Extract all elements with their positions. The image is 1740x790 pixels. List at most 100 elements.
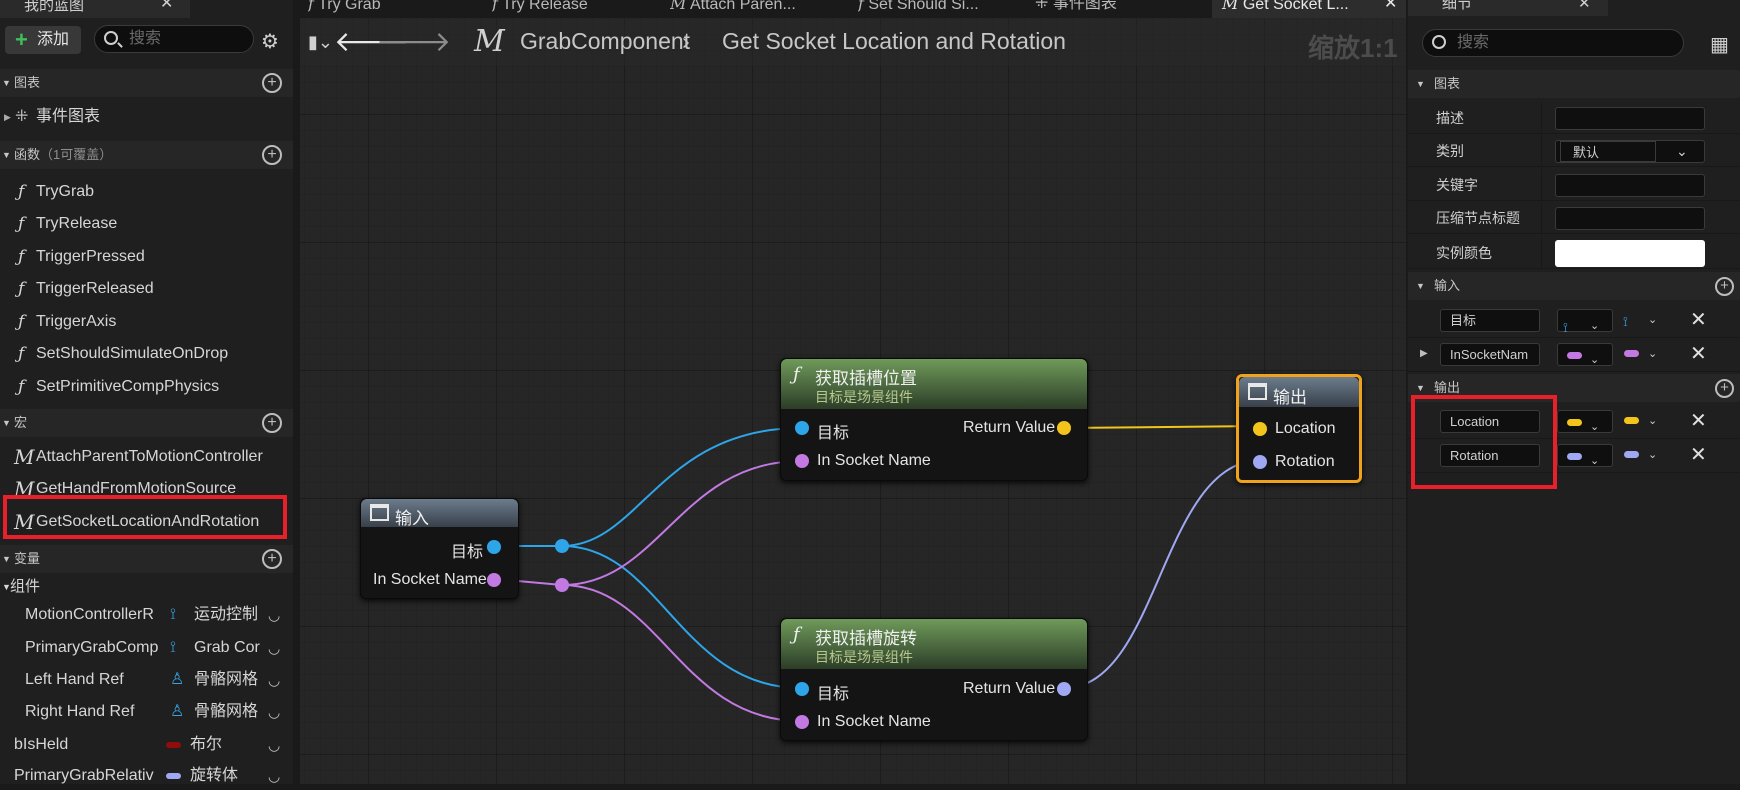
type-select[interactable]: ⌄ <box>1557 444 1613 467</box>
category-combo[interactable]: 默认 ⌄ <box>1555 140 1705 163</box>
item-label: AttachParentToMotionController <box>36 448 263 465</box>
function-item[interactable]: ƒ SetPrimitiveCompPhysics <box>0 373 293 401</box>
function-item[interactable]: ƒ TryRelease <box>0 210 293 238</box>
macro-item[interactable]: M AttachParentToMotionController <box>0 443 293 471</box>
blueprint-graph[interactable]: ƒ Try Grab ƒ Try Release M Attach Paren.… <box>300 0 1406 784</box>
section-graph[interactable]: ▼ 图表 <box>1408 70 1740 98</box>
pin-label: Return Value <box>963 419 1056 436</box>
type-select[interactable]: ⌄ <box>1557 410 1613 433</box>
add-icon[interactable]: + <box>262 145 282 165</box>
var-type: 运动控制 <box>194 606 259 623</box>
function-entry-icon <box>370 504 389 521</box>
function-icon: ƒ <box>18 214 25 234</box>
type-select[interactable]: ⟟ ⌄ <box>1557 309 1613 335</box>
output-node-selected[interactable]: 输出 Location Rotation <box>1236 374 1362 483</box>
add-button[interactable]: + 添加 <box>5 26 81 54</box>
reroute-knot[interactable] <box>555 578 569 592</box>
component-item[interactable]: PrimaryGrabComp ⟟ Grab Cor ◡ <box>0 634 293 662</box>
input-name-field[interactable]: InSocketNam <box>1440 343 1540 366</box>
return-value-pin[interactable] <box>1057 421 1071 435</box>
item-label: SetPrimitiveCompPhysics <box>36 378 220 395</box>
target-output-pin[interactable] <box>487 540 501 554</box>
search-icon <box>104 31 118 45</box>
close-icon[interactable]: ✕ <box>1578 0 1591 11</box>
delete-icon[interactable]: ✕ <box>1690 304 1707 336</box>
description-input[interactable] <box>1555 107 1705 130</box>
reroute-knot[interactable] <box>555 539 569 553</box>
instance-color-swatch[interactable] <box>1555 240 1705 267</box>
rotation-input-pin[interactable] <box>1253 455 1267 469</box>
socket-name-input-pin[interactable] <box>795 715 809 729</box>
function-item[interactable]: ƒ SetShouldSimulateOnDrop <box>0 340 293 368</box>
component-item[interactable]: MotionControllerR ⟟ 运动控制 ◡ <box>0 601 293 629</box>
return-value-pin[interactable] <box>1057 682 1071 696</box>
container-type-select[interactable]: ⌄ <box>1648 439 1657 471</box>
components-category[interactable]: ▼ 组件 <box>0 573 293 601</box>
item-label: TryRelease <box>36 215 118 232</box>
details-tab[interactable]: 细节 ✕ <box>1408 0 1608 16</box>
section-functions[interactable]: ▼ 函数（1可覆盖） + <box>0 141 293 169</box>
get-socket-rotation-node[interactable]: ƒ 获取插槽旋转 目标是场景组件 目标 In Socket Name Retur… <box>780 618 1088 741</box>
eye-closed-icon[interactable]: ◡ <box>268 731 280 759</box>
compact-title-input[interactable] <box>1555 207 1705 230</box>
details-search-input[interactable]: 搜索 <box>1422 29 1684 57</box>
eye-closed-icon[interactable]: ◡ <box>268 666 280 694</box>
target-input-pin[interactable] <box>795 421 809 435</box>
gear-icon[interactable]: ⚙ <box>261 29 279 54</box>
my-blueprint-tab[interactable]: 我的蓝图 ✕ <box>0 0 190 18</box>
eye-closed-icon[interactable]: ◡ <box>268 762 280 790</box>
function-item[interactable]: ƒ TriggerReleased <box>0 275 293 303</box>
add-icon[interactable]: + <box>262 549 282 569</box>
variable-item[interactable]: PrimaryGrabRelativ 旋转体 ◡ <box>0 762 293 790</box>
eye-closed-icon[interactable]: ◡ <box>268 698 280 726</box>
event-graph-item[interactable]: ▶ ⁜ 事件图表 <box>0 103 293 131</box>
socket-name-output-pin[interactable] <box>487 573 501 587</box>
rotator-type-pill <box>166 773 181 779</box>
socket-name-input-pin[interactable] <box>795 454 809 468</box>
search-input[interactable]: 搜索 <box>94 25 254 53</box>
item-label: TriggerAxis <box>36 313 117 330</box>
pin-label: In Socket Name <box>817 713 931 730</box>
keywords-input[interactable] <box>1555 174 1705 197</box>
function-item[interactable]: ƒ TriggerAxis <box>0 308 293 336</box>
delete-icon[interactable]: ✕ <box>1690 405 1707 437</box>
property-label: 关键字 <box>1436 177 1478 193</box>
add-icon[interactable]: + <box>262 73 282 93</box>
component-item[interactable]: Left Hand Ref ♙ 骨骼网格 ◡ <box>0 666 293 694</box>
function-item[interactable]: ƒ TryGrab <box>0 178 293 206</box>
container-type-select[interactable]: ⌄ <box>1648 405 1657 437</box>
eye-closed-icon[interactable]: ◡ <box>268 601 280 629</box>
container-type-select[interactable]: ⌄ <box>1648 304 1657 336</box>
pin-label: Rotation <box>1275 453 1335 470</box>
component-item[interactable]: Right Hand Ref ♙ 骨骼网格 ◡ <box>0 698 293 726</box>
add-icon[interactable]: + <box>262 413 282 433</box>
section-inputs[interactable]: ▼ 输入 + <box>1408 272 1740 300</box>
target-input-pin[interactable] <box>795 682 809 696</box>
variable-item[interactable]: bIsHeld 布尔 ◡ <box>0 731 293 759</box>
highlight-box <box>1411 395 1557 489</box>
input-name-field[interactable]: 目标 <box>1440 309 1540 332</box>
section-variables[interactable]: ▼ 变量 + <box>0 545 293 573</box>
add-icon[interactable]: + <box>1715 379 1734 398</box>
function-item[interactable]: ƒ TriggerPressed <box>0 243 293 271</box>
get-socket-location-node[interactable]: ƒ 获取插槽位置 目标是场景组件 目标 In Socket Name Retur… <box>780 358 1088 481</box>
container-type-select[interactable]: ⌄ <box>1648 338 1657 370</box>
delete-icon[interactable]: ✕ <box>1690 439 1707 471</box>
section-note: （1可覆盖） <box>40 147 113 162</box>
section-macros[interactable]: ▼ 宏 + <box>0 409 293 437</box>
delete-icon[interactable]: ✕ <box>1690 338 1707 370</box>
skeletal-mesh-icon: ♙ <box>170 703 185 720</box>
close-icon[interactable]: ✕ <box>160 0 173 12</box>
input-node[interactable]: 输入 目标 In Socket Name <box>360 498 519 599</box>
property-label: 实例颜色 <box>1436 245 1492 261</box>
component-icon: ⟟ <box>170 639 176 656</box>
wire-location-output <box>1063 425 1263 429</box>
add-icon[interactable]: + <box>1715 277 1734 296</box>
table-view-icon[interactable]: ▦ <box>1710 32 1729 57</box>
my-blueprint-panel: 我的蓝图 ✕ + 添加 搜索 ⚙ ▼ 图表 + ▶ ⁜ 事件图表 ▼ 函数（1可覆盖） + … <box>0 0 293 784</box>
eye-closed-icon[interactable]: ◡ <box>268 634 280 662</box>
expand-icon[interactable]: ▶ <box>1420 338 1428 370</box>
location-input-pin[interactable] <box>1253 422 1267 436</box>
section-graphs[interactable]: ▼ 图表 + <box>0 69 293 97</box>
type-select[interactable]: ⌄ <box>1557 343 1613 366</box>
